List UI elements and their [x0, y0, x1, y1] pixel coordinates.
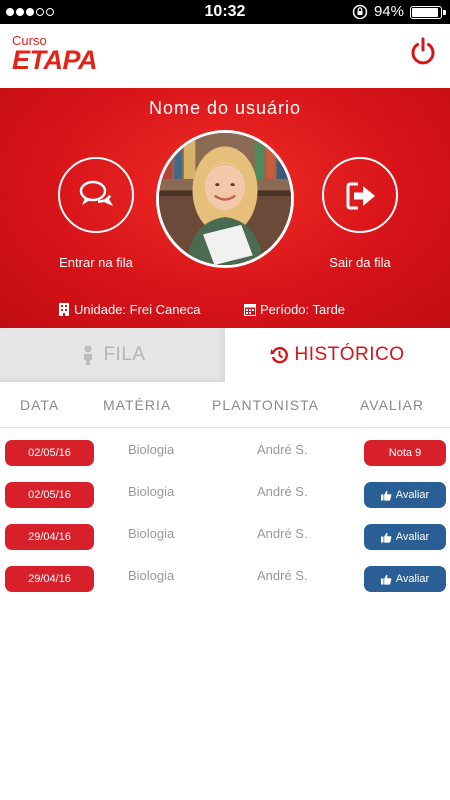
history-table-header: DATA MATÉRIA PLANTONISTA AVALIAR [0, 382, 450, 428]
app-screen: 10:32 94% Curso ETAPA Nome do usuário En… [0, 0, 450, 800]
rate-button[interactable]: Avaliar [364, 482, 446, 508]
enter-queue-button[interactable] [58, 157, 134, 233]
history-icon [270, 347, 289, 364]
period-info: Período: Tarde [244, 302, 345, 317]
column-header-avaliar: AVALIAR [360, 397, 425, 413]
date-badge: 29/04/16 [5, 566, 94, 592]
rate-label: Avaliar [395, 573, 430, 585]
thumbs-up-icon [380, 532, 392, 543]
unit-info: Unidade: Frei Caneca [58, 302, 200, 317]
battery-cap [443, 10, 446, 15]
power-icon[interactable] [408, 36, 438, 66]
avatar [156, 130, 294, 268]
tutor-cell: André S. [257, 484, 308, 499]
enter-queue-label: Entrar na fila [59, 255, 133, 270]
tutor-cell: André S. [257, 526, 308, 541]
profile-hero: Nome do usuário Entrar na fila Sair da f… [0, 88, 450, 328]
chat-bubbles-icon [79, 180, 113, 206]
tab-bar: FILA HISTÓRICO [0, 328, 450, 382]
tab-fila[interactable]: FILA [0, 328, 225, 382]
tab-fila-label: FILA [103, 344, 146, 365]
subject-cell: Biologia [128, 484, 175, 499]
battery-icon [410, 6, 442, 19]
period-label: Período: Tarde [260, 302, 346, 317]
table-row: 02/05/16 Biologia André S. Nota 9 [0, 436, 450, 478]
app-header: Curso ETAPA [0, 24, 450, 88]
history-table: 02/05/16 Biologia André S. Nota 9 02/05/… [0, 436, 450, 604]
user-name: Nome do usuário [148, 98, 302, 118]
etapa-logo: Curso ETAPA [12, 34, 98, 75]
rotation-lock-icon [352, 4, 368, 20]
person-icon [84, 345, 93, 365]
rate-label: Avaliar [395, 531, 430, 543]
building-icon [59, 303, 69, 316]
table-row: 29/04/16 Biologia André S. Avaliar [0, 562, 450, 604]
subject-cell: Biologia [128, 568, 175, 583]
exit-queue-label: Sair da fila [329, 255, 391, 270]
column-header-materia: MATÉRIA [103, 397, 172, 413]
table-row: 29/04/16 Biologia André S. Avaliar [0, 520, 450, 562]
tab-historico-label: HISTÓRICO [294, 344, 405, 365]
grade-badge: Nota 9 [364, 440, 446, 466]
unit-label: Unidade: Frei Caneca [74, 302, 201, 317]
logo-big-text: ETAPA [12, 45, 98, 75]
exit-queue-button[interactable] [322, 157, 398, 233]
rate-label: Avaliar [395, 489, 430, 501]
subject-cell: Biologia [128, 442, 175, 457]
battery-percent: 94% [373, 3, 404, 20]
tab-historico[interactable]: HISTÓRICO [225, 328, 450, 382]
status-bar: 10:32 94% [0, 0, 450, 24]
thumbs-up-icon [380, 574, 392, 585]
column-header-data: DATA [20, 397, 60, 413]
column-header-plantonista: PLANTONISTA [212, 397, 319, 413]
tutor-cell: André S. [257, 442, 308, 457]
thumbs-up-icon [380, 490, 392, 501]
tutor-cell: André S. [257, 568, 308, 583]
subject-cell: Biologia [128, 526, 175, 541]
date-badge: 29/04/16 [5, 524, 94, 550]
user-photo [159, 133, 291, 265]
rate-button[interactable]: Avaliar [364, 524, 446, 550]
table-row: 02/05/16 Biologia André S. Avaliar [0, 478, 450, 520]
date-badge: 02/05/16 [5, 482, 94, 508]
sign-out-icon [346, 182, 375, 210]
date-badge: 02/05/16 [5, 440, 94, 466]
calendar-icon [244, 304, 256, 316]
grade-label: Nota 9 [388, 447, 422, 459]
rate-button[interactable]: Avaliar [364, 566, 446, 592]
battery-level [412, 8, 439, 17]
